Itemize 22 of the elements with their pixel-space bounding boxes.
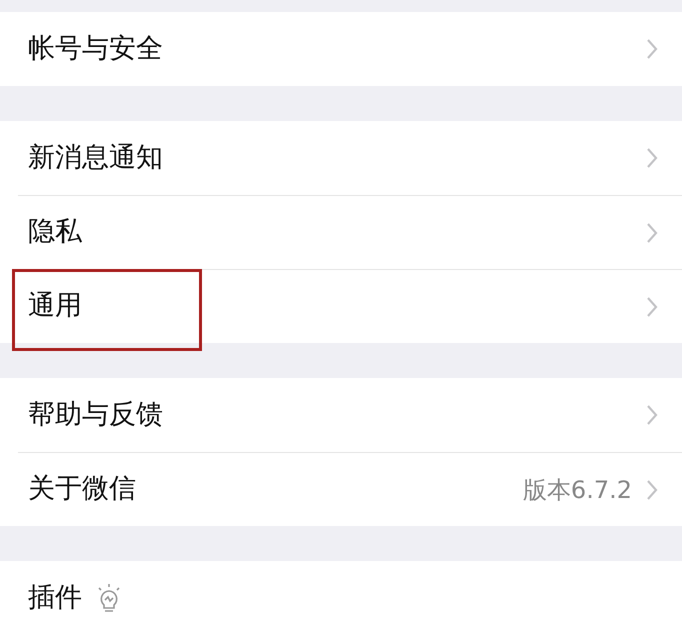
row-label: 帐号与安全 bbox=[28, 32, 163, 66]
settings-row[interactable]: 帐号与安全 bbox=[0, 12, 682, 86]
row-label: 隐私 bbox=[28, 215, 82, 250]
row-label: 新消息通知 bbox=[28, 140, 163, 175]
settings-row[interactable]: 插件 bbox=[0, 561, 682, 635]
chevron-right-icon bbox=[646, 296, 658, 318]
settings-row[interactable]: 通用 bbox=[0, 269, 682, 343]
row-label: 通用 bbox=[28, 289, 82, 324]
chevron-right-icon bbox=[646, 478, 658, 500]
settings-row[interactable]: 帮助与反馈 bbox=[0, 378, 682, 452]
chevron-right-icon bbox=[646, 222, 658, 244]
chevron-right-icon bbox=[646, 404, 658, 426]
settings-row[interactable]: 隐私 bbox=[0, 195, 682, 269]
settings-row[interactable]: 新消息通知 bbox=[0, 121, 682, 195]
row-label: 插件 bbox=[28, 580, 82, 615]
settings-row[interactable]: 关于微信 版本6.7.2 bbox=[0, 452, 682, 526]
version-text: 版本6.7.2 bbox=[522, 474, 632, 506]
row-label: 关于微信 bbox=[28, 472, 136, 506]
chevron-right-icon bbox=[646, 38, 658, 60]
chevron-right-icon bbox=[646, 147, 658, 169]
lightbulb-icon bbox=[96, 583, 122, 613]
row-label: 帮助与反馈 bbox=[28, 398, 163, 432]
